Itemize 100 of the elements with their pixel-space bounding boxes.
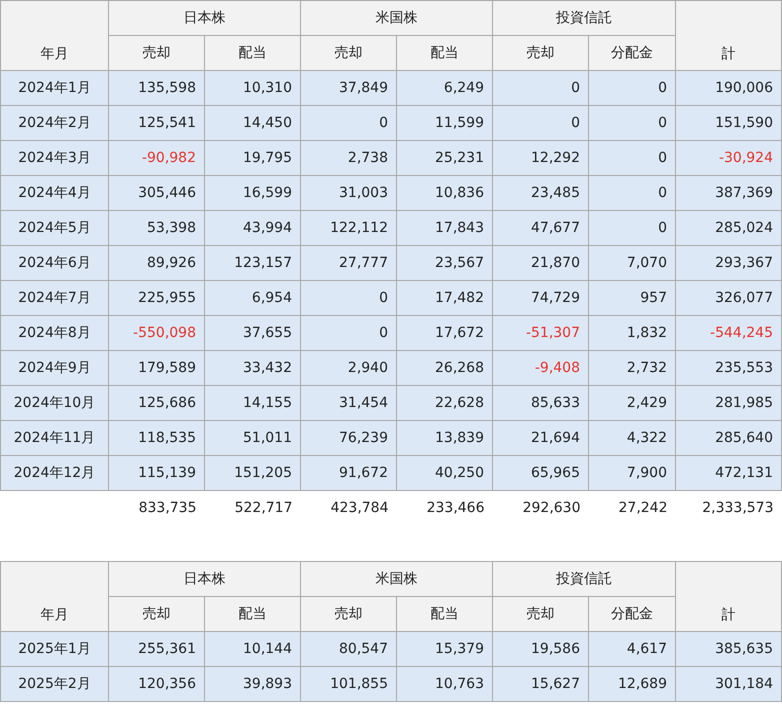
value-cell: 135,598 <box>108 70 204 106</box>
value-cell: 120,356 <box>108 666 204 702</box>
header-cell: 投資信託 <box>492 562 676 596</box>
value-cell: 91,672 <box>300 456 396 490</box>
value-cell: 15,379 <box>396 632 492 666</box>
value-cell: 6,954 <box>204 280 300 316</box>
header-cell: 米国株 <box>300 0 492 36</box>
value-cell: 43,994 <box>204 210 300 246</box>
header-cell: 売却 <box>300 596 396 632</box>
value-cell: 12,292 <box>492 140 588 176</box>
header-cell: 分配金 <box>588 36 676 70</box>
value-cell: 25,231 <box>396 140 492 176</box>
value-cell: -550,098 <box>108 316 204 350</box>
value-cell: 40,250 <box>396 456 492 490</box>
value-cell: 17,482 <box>396 280 492 316</box>
value-cell: 21,694 <box>492 420 588 456</box>
value-cell: 11,599 <box>396 106 492 140</box>
header-cell: 売却 <box>300 36 396 70</box>
value-cell: 10,836 <box>396 176 492 210</box>
month-cell: 2024年11月 <box>0 420 108 456</box>
value-cell: 17,843 <box>396 210 492 246</box>
value-cell: 0 <box>300 106 396 140</box>
value-cell: 0 <box>300 316 396 350</box>
value-cell: 31,003 <box>300 176 396 210</box>
month-cell: 2024年8月 <box>0 316 108 350</box>
value-cell: 190,006 <box>676 70 782 106</box>
header-cell: 年月 <box>0 0 108 70</box>
month-cell: 2024年9月 <box>0 350 108 386</box>
value-cell: 80,547 <box>300 632 396 666</box>
value-cell: 4,617 <box>588 632 676 666</box>
value-cell: 26,268 <box>396 350 492 386</box>
value-cell: 0 <box>492 106 588 140</box>
value-cell: 118,535 <box>108 420 204 456</box>
value-cell: 0 <box>492 70 588 106</box>
value-cell: 65,965 <box>492 456 588 490</box>
value-cell: 7,900 <box>588 456 676 490</box>
month-cell: 2025年2月 <box>0 666 108 702</box>
header-cell: 売却 <box>492 596 588 632</box>
value-cell: 123,157 <box>204 246 300 280</box>
value-cell: 0 <box>588 140 676 176</box>
value-cell: 122,112 <box>300 210 396 246</box>
header-cell: 配当 <box>204 596 300 632</box>
value-cell: 51,011 <box>204 420 300 456</box>
value-cell: 12,689 <box>588 666 676 702</box>
month-cell: 2024年2月 <box>0 106 108 140</box>
value-cell: 151,205 <box>204 456 300 490</box>
month-cell: 2024年3月 <box>0 140 108 176</box>
value-cell: 37,655 <box>204 316 300 350</box>
value-cell: 115,139 <box>108 456 204 490</box>
header-cell: 配当 <box>396 36 492 70</box>
value-cell: 4,322 <box>588 420 676 456</box>
month-cell: 2024年10月 <box>0 386 108 420</box>
value-cell: 0 <box>588 70 676 106</box>
value-cell: 27,777 <box>300 246 396 280</box>
header-cell: 年月 <box>0 562 108 632</box>
value-cell: 23,567 <box>396 246 492 280</box>
header-cell: 計 <box>676 562 782 632</box>
value-cell: -90,982 <box>108 140 204 176</box>
header-cell: 計 <box>676 0 782 70</box>
month-cell: 2025年1月 <box>0 632 108 666</box>
value-cell: 151,590 <box>676 106 782 140</box>
value-cell: 281,985 <box>676 386 782 420</box>
value-cell: 301,184 <box>676 666 782 702</box>
value-cell: 33,432 <box>204 350 300 386</box>
value-cell: 255,361 <box>108 632 204 666</box>
header-cell: 売却 <box>492 36 588 70</box>
value-cell: 19,795 <box>204 140 300 176</box>
header-cell: 配当 <box>396 596 492 632</box>
value-cell: 293,367 <box>676 246 782 280</box>
value-cell: 14,450 <box>204 106 300 140</box>
value-cell: 0 <box>588 210 676 246</box>
value-cell: -544,245 <box>676 316 782 350</box>
header-cell: 分配金 <box>588 596 676 632</box>
month-cell: 2024年12月 <box>0 456 108 490</box>
value-cell: -51,307 <box>492 316 588 350</box>
value-cell: 10,310 <box>204 70 300 106</box>
value-cell: 0 <box>588 176 676 210</box>
header-cell: 日本株 <box>108 562 300 596</box>
value-cell: 305,446 <box>108 176 204 210</box>
value-cell: 957 <box>588 280 676 316</box>
header-cell: 投資信託 <box>492 0 676 36</box>
value-cell: 14,155 <box>204 386 300 420</box>
value-cell: 13,839 <box>396 420 492 456</box>
value-cell: 47,677 <box>492 210 588 246</box>
value-cell: 2,732 <box>588 350 676 386</box>
value-cell: 85,633 <box>492 386 588 420</box>
value-cell: 21,870 <box>492 246 588 280</box>
value-cell: 7,070 <box>588 246 676 280</box>
month-cell: 2024年5月 <box>0 210 108 246</box>
header-cell: 売却 <box>108 596 204 632</box>
value-cell: 285,640 <box>676 420 782 456</box>
value-cell: 285,024 <box>676 210 782 246</box>
value-cell: 76,239 <box>300 420 396 456</box>
value-cell: 10,144 <box>204 632 300 666</box>
value-cell: 0 <box>300 280 396 316</box>
month-cell: 2024年4月 <box>0 176 108 210</box>
value-cell: 125,686 <box>108 386 204 420</box>
value-cell: 17,672 <box>396 316 492 350</box>
month-cell: 2024年6月 <box>0 246 108 280</box>
header-cell: 配当 <box>204 36 300 70</box>
